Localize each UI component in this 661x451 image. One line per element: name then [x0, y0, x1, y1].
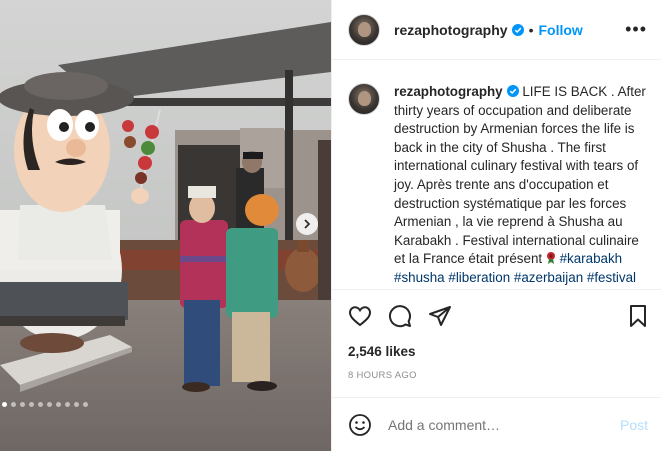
post-header: rezaphotography • Follow •••	[332, 0, 661, 60]
bookmark-icon[interactable]	[626, 304, 650, 328]
carousel-dot	[2, 402, 7, 407]
emoji-icon[interactable]	[348, 413, 372, 437]
post-caption: rezaphotography LIFE IS BACK . After thi…	[394, 83, 648, 289]
comment-icon[interactable]	[388, 304, 412, 328]
caption-area: rezaphotography LIFE IS BACK . After thi…	[332, 61, 661, 289]
carousel-dot	[47, 402, 52, 407]
carousel-dot	[11, 402, 16, 407]
comment-input[interactable]	[388, 416, 608, 433]
post-timestamp[interactable]: 8 HOURS AGO	[348, 370, 417, 381]
caption-username[interactable]: rezaphotography	[394, 84, 503, 99]
rosette-icon	[546, 252, 555, 265]
caption-text: LIFE IS BACK . After thirty years of occ…	[394, 84, 646, 267]
comment-bar: Post	[332, 397, 661, 451]
action-bar	[332, 289, 661, 341]
likes-count[interactable]: 2,546 likes	[348, 344, 416, 359]
header-username[interactable]: rezaphotography	[394, 22, 508, 38]
post-side-panel: rezaphotography • Follow ••• rezaphotogr…	[331, 0, 661, 451]
heart-icon[interactable]	[348, 304, 372, 328]
carousel-indicator	[2, 402, 88, 407]
carousel-dot	[20, 402, 25, 407]
hashtag-link[interactable]: #shusha	[394, 270, 445, 285]
hashtag-link[interactable]: #azerbaijan	[514, 270, 583, 285]
carousel-dot	[65, 402, 70, 407]
share-icon[interactable]	[428, 304, 452, 328]
carousel-dot	[29, 402, 34, 407]
hashtag-link[interactable]: #karabakh	[560, 251, 623, 266]
carousel-dot	[38, 402, 43, 407]
photo-scene	[0, 0, 331, 451]
avatar[interactable]	[348, 13, 380, 46]
carousel-next-button[interactable]	[296, 213, 318, 235]
caption-avatar[interactable]	[348, 83, 380, 115]
separator-dot: •	[528, 21, 534, 38]
chevron-right-icon	[304, 219, 311, 229]
follow-button[interactable]: Follow	[538, 22, 582, 38]
hashtag-link[interactable]: #liberation	[448, 270, 510, 285]
caption-verified-badge-icon	[506, 85, 519, 97]
carousel-dot	[83, 402, 88, 407]
post-comment-button[interactable]: Post	[620, 417, 648, 433]
carousel-dot	[74, 402, 79, 407]
more-options-icon[interactable]: •••	[625, 19, 647, 40]
hashtag-link[interactable]: #festival	[587, 270, 636, 285]
post-photo[interactable]	[0, 0, 331, 451]
verified-badge-icon	[511, 23, 524, 36]
carousel-dot	[56, 402, 61, 407]
